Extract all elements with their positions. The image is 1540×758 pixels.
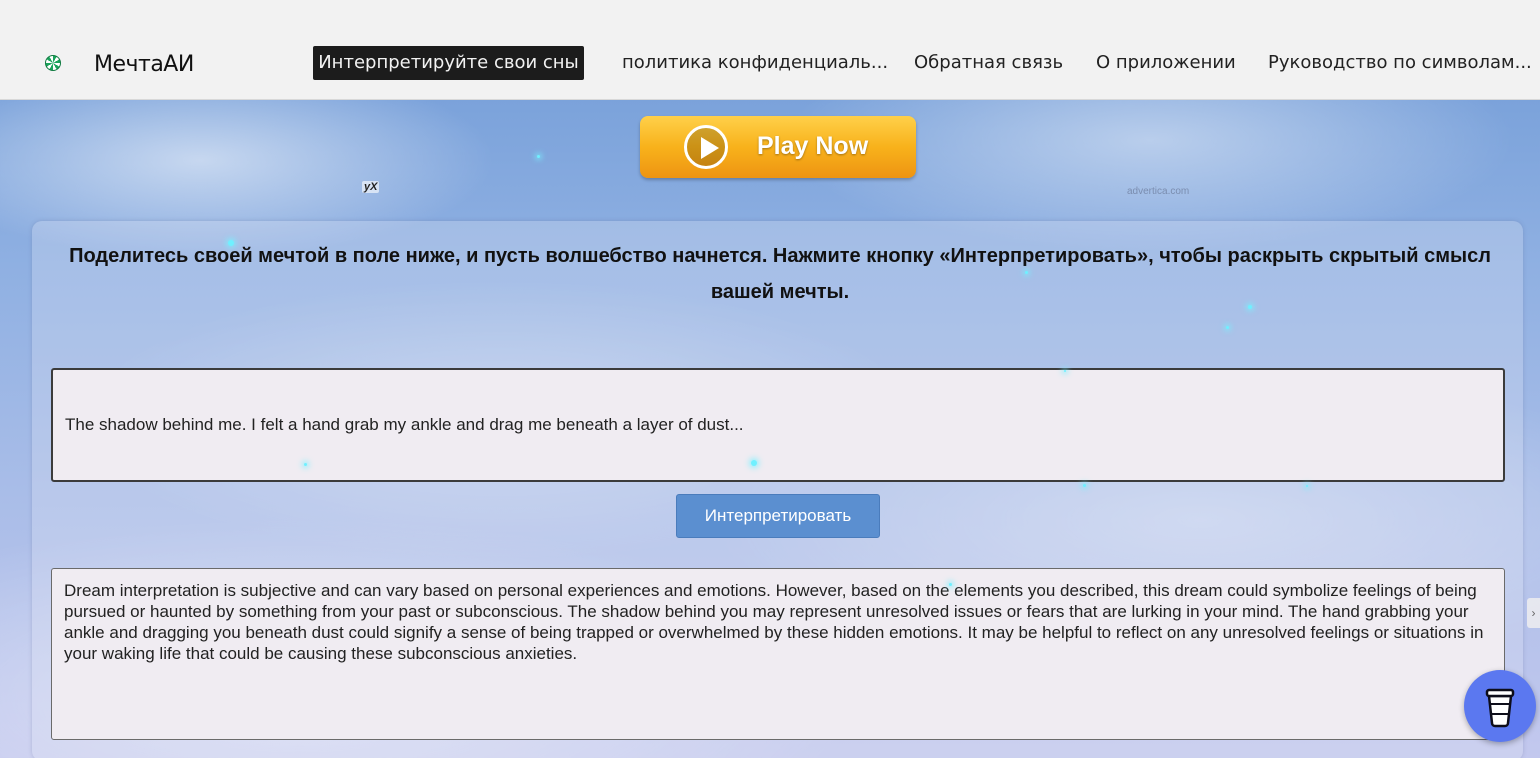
interpretation-result[interactable]: Dream interpretation is subjective and c… (51, 568, 1505, 740)
interpret-button[interactable]: Интерпретировать (676, 494, 880, 538)
sparkle (1306, 485, 1308, 487)
spinner-logo-icon (45, 55, 61, 71)
intro-text: Поделитесь своей мечтой в поле ниже, и п… (69, 245, 1491, 303)
sparkle (751, 460, 757, 466)
sparkle (1064, 370, 1066, 372)
top-navigation-bar: МечтаАИ Интерпретируйте свои сны политик… (0, 0, 1540, 100)
sparkle (1226, 326, 1229, 329)
sparkle (949, 583, 952, 586)
nav-feedback[interactable]: Обратная связь (914, 46, 1063, 80)
sparkle (1083, 484, 1086, 487)
ad-button-label: Play Now (757, 132, 869, 160)
nav-interpret-dreams[interactable]: Интерпретируйте свои сны (313, 46, 584, 80)
play-icon (684, 125, 728, 169)
sparkle (1025, 271, 1028, 274)
coffee-button[interactable] (1464, 670, 1536, 742)
ad-badge[interactable]: yX (362, 181, 380, 193)
brand-name[interactable]: МечтаАИ (94, 52, 194, 77)
coffee-cup-icon (1485, 688, 1515, 728)
nav-symbols-guide[interactable]: Руководство по символам... (1268, 46, 1532, 80)
ad-source-link[interactable]: advertica.com (1127, 186, 1189, 197)
sparkle (537, 155, 540, 158)
dream-input-field[interactable]: The shadow behind me. I felt a hand grab… (51, 368, 1505, 482)
ad-play-now-button[interactable]: Play Now (640, 116, 916, 178)
nav-privacy-policy[interactable]: политика конфиденциаль... (622, 46, 888, 80)
sparkle (304, 463, 307, 466)
sparkle (1248, 305, 1252, 309)
sparkle (228, 240, 234, 246)
chevron-right-icon[interactable]: › (1527, 598, 1540, 628)
nav-about[interactable]: О приложении (1096, 46, 1236, 80)
